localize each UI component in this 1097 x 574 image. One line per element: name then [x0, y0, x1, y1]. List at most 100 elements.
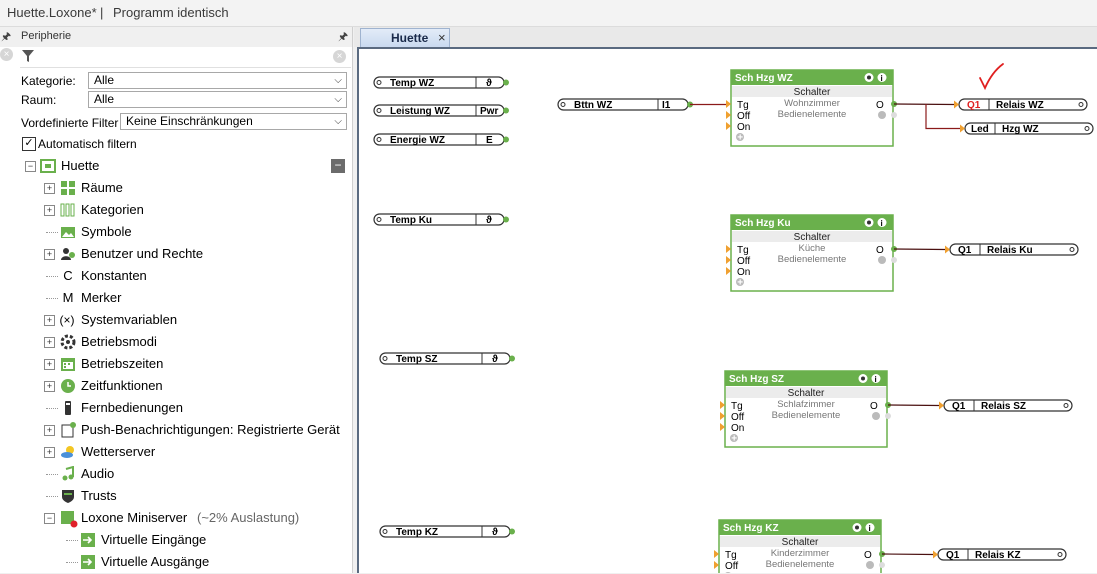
virtual-out-icon — [80, 554, 96, 570]
tree-item[interactable]: Trusts — [0, 485, 352, 507]
tree-item-label: Push-Benachrichtigungen: Registrierte Ge… — [81, 422, 340, 437]
vordefiniert-value: Keine Einschränkungen — [126, 114, 253, 128]
tree-item-label: Systemvariablen — [81, 312, 178, 327]
kategorie-value: Alle — [94, 73, 115, 87]
tree-item-label: Räume — [81, 180, 123, 195]
clock-icon — [60, 378, 76, 394]
panel-title: Peripherie — [21, 30, 72, 42]
shield-icon — [60, 488, 76, 504]
music-icon — [60, 465, 76, 482]
variable-icon: (×) — [59, 313, 75, 327]
tree-connector — [46, 408, 58, 409]
gear-icon — [60, 334, 76, 350]
tab-label: Huette — [391, 31, 429, 45]
tab-close-icon[interactable]: × — [438, 30, 446, 45]
tree-item-label: Wetterserver — [81, 444, 156, 459]
tree-item[interactable]: + (×) Systemvariablen — [0, 309, 352, 331]
program-canvas[interactable] — [357, 47, 1097, 573]
tree-item-label: Trusts — [81, 488, 117, 503]
expand-icon[interactable]: + — [44, 205, 55, 216]
tree-connector — [46, 298, 58, 299]
tree-root[interactable]: − Huette − — [0, 155, 352, 177]
users-icon — [60, 246, 76, 262]
auto-filter-checkbox[interactable]: ✓ — [22, 137, 36, 151]
pin-icon[interactable]: 🖈 — [1, 28, 11, 47]
panel-header: Peripherie 🖈 — [0, 27, 352, 47]
vordefiniert-select[interactable]: Keine Einschränkungen ⌵ — [120, 113, 347, 130]
search-bar[interactable]: × — [20, 47, 351, 68]
raum-value: Alle — [94, 92, 115, 106]
tree-item-label: Zeitfunktionen — [81, 378, 163, 393]
auto-filter-label: Automatisch filtern — [38, 137, 137, 151]
tab-strip — [354, 27, 1097, 47]
expand-icon[interactable]: + — [44, 337, 55, 348]
push-icon — [60, 422, 76, 438]
window-title: Huette.Loxone* — [7, 5, 97, 20]
tab-huette[interactable]: Huette × — [360, 28, 450, 47]
tree-item[interactable]: + Wetterserver — [0, 441, 352, 463]
tree-item-label: Audio — [81, 466, 115, 481]
tree-connector — [46, 276, 58, 277]
chevron-down-icon: ⌵ — [334, 94, 342, 105]
tree-item[interactable]: C Konstanten — [0, 265, 352, 287]
tree-connector — [46, 474, 58, 475]
peripherie-panel: Peripherie 🖈 × Kategorie: Alle ⌵ Raum: Al… — [0, 27, 353, 573]
raum-label: Raum: — [21, 93, 57, 107]
chevron-down-icon: ⌵ — [334, 116, 342, 127]
virtual-in-icon — [80, 532, 96, 548]
chevron-down-icon: ⌵ — [334, 75, 342, 86]
collapse-all-button[interactable]: − — [331, 159, 345, 173]
tree-item[interactable]: Symbole — [0, 221, 352, 243]
close-icon[interactable]: × — [0, 48, 13, 61]
tree-item[interactable]: + Räume — [0, 177, 352, 199]
expand-icon[interactable]: − — [44, 513, 55, 524]
tree-item-label: Betriebsmodi — [81, 334, 157, 349]
m-icon: M — [62, 290, 74, 305]
expand-icon[interactable]: + — [44, 447, 55, 458]
expand-icon[interactable]: + — [44, 381, 55, 392]
tree-item-label: Loxone Miniserver — [81, 510, 188, 525]
kategorie-select[interactable]: Alle ⌵ — [88, 72, 347, 89]
tree-item[interactable]: + Push-Benachrichtigungen: Registrierte G… — [0, 419, 352, 441]
expand-icon[interactable]: + — [44, 359, 55, 370]
expand-icon[interactable]: + — [44, 183, 55, 194]
tree-item[interactable]: Audio — [0, 463, 352, 485]
tree-connector — [66, 540, 78, 541]
collapse-icon[interactable]: − — [25, 161, 36, 172]
tree-item[interactable]: + Betriebszeiten — [0, 353, 352, 375]
title-bar: Huette.Loxone* | Programm identisch — [0, 0, 1097, 27]
expand-icon[interactable]: + — [44, 315, 55, 326]
tree-item-label: Betriebszeiten — [81, 356, 164, 371]
weather-icon — [60, 444, 76, 460]
filter-icon[interactable] — [22, 50, 34, 63]
tree-connector — [46, 496, 58, 497]
tree-item-label: Virtuelle Eingänge — [101, 532, 207, 547]
tree-item[interactable]: + Benutzer und Rechte — [0, 243, 352, 265]
tree-item[interactable]: Virtuelle Eingänge — [0, 529, 352, 551]
tree-item-label: Virtuelle Ausgänge — [101, 554, 210, 569]
c-icon: C — [63, 268, 73, 283]
expand-icon[interactable]: + — [44, 425, 55, 436]
tree-item-label: Benutzer und Rechte — [81, 246, 204, 261]
tree-item[interactable]: + Betriebsmodi — [0, 331, 352, 353]
tree-item-label: Fernbedienungen — [81, 400, 183, 415]
status-text: Programm identisch — [113, 5, 229, 20]
tree-item-label: Kategorien — [81, 202, 144, 217]
vordefiniert-label: Vordefinierte Filter — [21, 116, 119, 130]
raum-select[interactable]: Alle ⌵ — [88, 91, 347, 108]
clear-filter-icon[interactable]: × — [333, 50, 346, 63]
tree-item[interactable]: Virtuelle Ausgänge — [0, 551, 352, 573]
tree-item[interactable]: + Kategorien — [0, 199, 352, 221]
tree-item[interactable]: Fernbedienungen — [0, 397, 352, 419]
calendar-icon — [60, 356, 76, 372]
miniserver-icon — [60, 510, 78, 528]
tree-item[interactable]: − Loxone Miniserver (~2% Auslastung) — [0, 507, 352, 529]
expand-icon[interactable]: + — [44, 249, 55, 260]
tree-item[interactable]: M Merker — [0, 287, 352, 309]
tree-item-label: Symbole — [81, 224, 132, 239]
pin-icon[interactable]: 🖈 — [338, 28, 348, 47]
tree-root-label: Huette — [61, 158, 100, 173]
tree-item[interactable]: + Zeitfunktionen — [0, 375, 352, 397]
image-icon — [60, 224, 76, 240]
tree-item-label: Konstanten — [81, 268, 147, 283]
